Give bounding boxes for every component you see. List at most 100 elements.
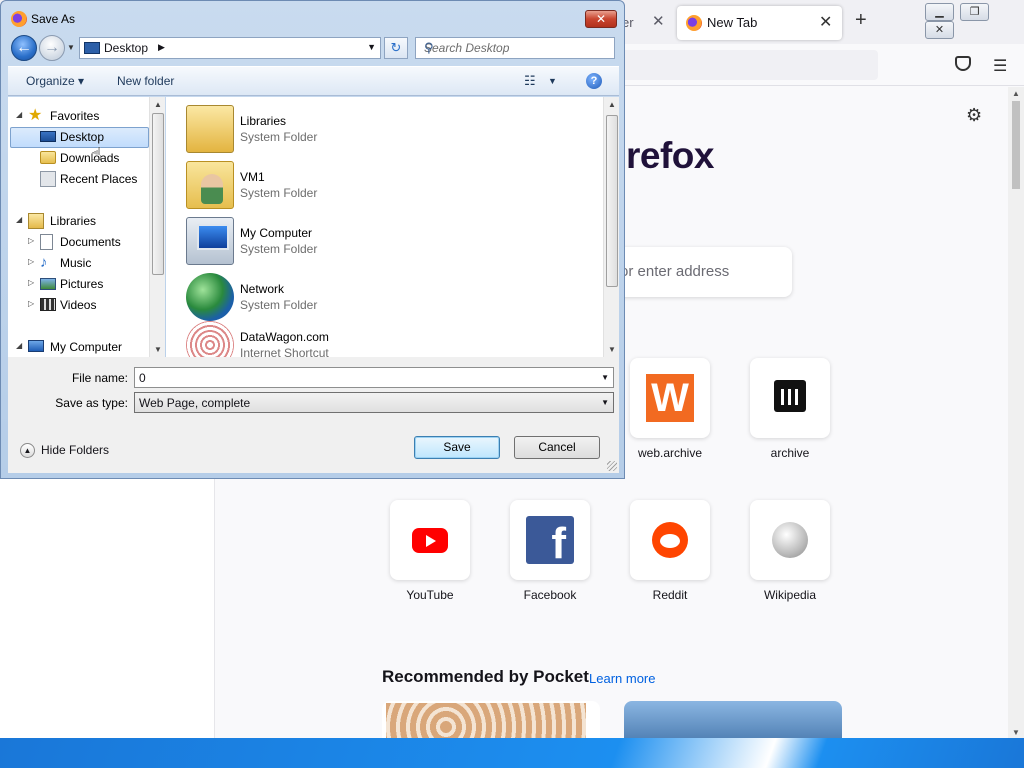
video-filmstrip-icon <box>40 298 56 311</box>
window-controls: ▁ ❐ ✕ <box>925 3 1024 39</box>
scrollbar-thumb[interactable] <box>1012 101 1020 189</box>
pocket-icon[interactable] <box>955 56 971 71</box>
file-pane-scrollbar[interactable]: ▲ ▼ <box>603 97 619 357</box>
scroll-up-icon[interactable]: ▲ <box>608 100 616 109</box>
file-name: Libraries <box>240 114 287 128</box>
file-name-value: 0 <box>139 371 146 385</box>
top-site-tile: W <box>630 358 710 438</box>
address-location[interactable]: Desktop <box>104 41 148 55</box>
dialog-close-button[interactable]: ✕ <box>585 10 617 28</box>
top-site-reddit[interactable]: Reddit <box>630 500 710 602</box>
cancel-button[interactable]: Cancel <box>514 436 600 459</box>
pocket-learn-more-link[interactable]: Learn more <box>589 671 655 686</box>
resize-grip-icon[interactable] <box>607 461 617 471</box>
save-as-type-value: Web Page, complete <box>139 396 251 410</box>
nav-item-label: Libraries <box>50 214 97 228</box>
nav-item-favorites[interactable]: ◢ ★ Favorites <box>16 106 146 126</box>
tab-previous-close-icon[interactable]: ✕ <box>652 12 665 30</box>
search-input[interactable]: Search Desktop ⚲ <box>415 37 615 59</box>
minimize-button[interactable]: ▁ <box>925 3 954 21</box>
nav-item-videos[interactable]: ▷ Videos <box>28 295 148 315</box>
scrollbar-thumb[interactable] <box>606 115 618 287</box>
save-as-type-chevron-down-icon[interactable]: ▼ <box>601 398 609 407</box>
expand-triangle-icon[interactable]: ◢ <box>16 110 22 119</box>
collapse-triangle-icon[interactable]: ▷ <box>28 299 34 308</box>
nav-item-recent-places[interactable]: Recent Places <box>38 169 148 189</box>
tab-new-tab-title: New Tab <box>707 15 758 30</box>
scroll-down-icon[interactable]: ▼ <box>1012 728 1020 737</box>
save-as-type-label: Save as type: <box>55 396 128 410</box>
app-menu-icon[interactable]: ☰ <box>993 56 1007 76</box>
restore-button[interactable]: ❐ <box>960 3 990 21</box>
change-view-icon[interactable]: ☷ <box>524 73 536 89</box>
nav-item-documents[interactable]: ▷ Documents <box>28 232 148 252</box>
top-site-web-archive[interactable]: W web.archive <box>630 358 710 460</box>
file-name-chevron-down-icon[interactable]: ▼ <box>601 373 609 382</box>
nav-item-music[interactable]: ▷ ♪ Music <box>28 253 148 273</box>
file-item[interactable]: My Computer System Folder <box>186 217 566 267</box>
nav-item-my-computer[interactable]: ◢ My Computer <box>16 337 146 357</box>
pictures-icon <box>40 278 56 290</box>
save-button[interactable]: Save <box>414 436 500 459</box>
address-dropdown-icon[interactable]: ▼ <box>367 42 376 52</box>
nav-item-label: Downloads <box>60 151 120 165</box>
file-item[interactable]: Network System Folder <box>186 273 566 323</box>
music-note-icon: ♪ <box>40 254 48 271</box>
expand-triangle-icon[interactable]: ◢ <box>16 215 22 224</box>
file-item[interactable]: DataWagon.com Internet Shortcut <box>186 321 566 357</box>
scrollbar-thumb[interactable] <box>152 113 164 275</box>
nav-pane-scrollbar[interactable]: ▲ ▼ <box>149 97 165 357</box>
page-scrollbar[interactable]: ▲ ▼ <box>1008 87 1024 739</box>
scroll-down-icon[interactable]: ▼ <box>608 345 616 354</box>
newtab-search-box[interactable]: or enter address <box>600 247 792 297</box>
refresh-button[interactable]: ↻ <box>384 37 408 59</box>
expand-triangle-icon[interactable]: ◢ <box>16 341 22 350</box>
file-name: DataWagon.com <box>240 330 329 344</box>
pocket-story-card[interactable] <box>382 701 600 741</box>
scroll-up-icon[interactable]: ▲ <box>154 100 162 109</box>
youtube-icon <box>412 528 448 553</box>
top-site-facebook[interactable]: f Facebook <box>510 500 590 602</box>
new-tab-button[interactable]: + <box>855 9 867 32</box>
search-icon[interactable]: ⚲ <box>424 40 609 56</box>
scroll-down-icon[interactable]: ▼ <box>154 345 162 354</box>
file-name-field[interactable]: 0 ▼ <box>134 367 614 388</box>
recent-pages-chevron-down-icon[interactable]: ▼ <box>67 43 75 52</box>
nav-item-pictures[interactable]: ▷ Pictures <box>28 274 148 294</box>
collapse-triangle-icon[interactable]: ▷ <box>28 236 34 245</box>
new-folder-button[interactable]: New folder <box>117 74 174 88</box>
save-as-dialog: Save As ✕ ← → ▼ Desktop ▶ ▼ ↻ Search Des… <box>0 0 625 479</box>
pocket-story-card[interactable] <box>624 701 842 741</box>
top-site-tile <box>750 358 830 438</box>
close-window-button[interactable]: ✕ <box>925 21 954 39</box>
collapse-triangle-icon[interactable]: ▷ <box>28 278 34 287</box>
top-site-tile: f <box>510 500 590 580</box>
url-bar[interactable] <box>620 50 878 80</box>
settings-gear-icon[interactable]: ⚙ <box>966 105 982 126</box>
windows-taskbar <box>0 738 1024 768</box>
organize-button[interactable]: Organize ▾ <box>26 74 84 88</box>
help-icon[interactable]: ? <box>586 73 602 89</box>
tab-close-icon[interactable]: ✕ <box>819 12 832 32</box>
forward-button[interactable]: → <box>39 35 65 61</box>
user-folder-icon <box>186 161 234 209</box>
top-site-youtube[interactable]: YouTube <box>390 500 470 602</box>
top-site-wikipedia[interactable]: Wikipedia <box>750 500 830 602</box>
file-item[interactable]: Libraries System Folder <box>186 105 566 155</box>
nav-item-libraries[interactable]: ◢ Libraries <box>16 211 146 231</box>
downloads-folder-icon <box>40 151 56 164</box>
collapse-triangle-icon[interactable]: ▷ <box>28 257 34 266</box>
view-options-chevron-down-icon[interactable]: ▼ <box>548 76 557 86</box>
back-button[interactable]: ← <box>11 35 37 61</box>
file-type: System Folder <box>240 130 318 144</box>
top-site-tile <box>390 500 470 580</box>
scroll-up-icon[interactable]: ▲ <box>1012 89 1020 98</box>
save-as-type-select[interactable]: Web Page, complete ▼ <box>134 392 614 413</box>
top-site-archive[interactable]: archive <box>750 358 830 460</box>
hand-cursor-icon: ☝ <box>91 144 102 164</box>
top-site-label: Facebook <box>523 588 577 602</box>
file-item[interactable]: VM1 System Folder <box>186 161 566 211</box>
tab-new-tab[interactable]: New Tab ✕ <box>677 6 842 40</box>
breadcrumb-chevron-right-icon[interactable]: ▶ <box>158 42 165 53</box>
address-bar[interactable]: Desktop ▶ ▼ <box>79 37 381 59</box>
